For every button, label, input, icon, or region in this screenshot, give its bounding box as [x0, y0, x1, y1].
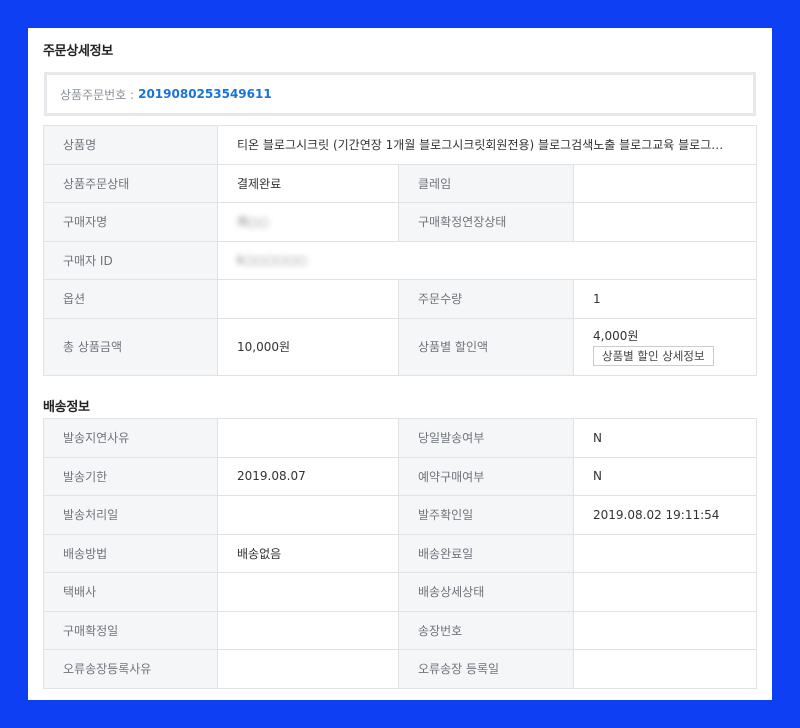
- table-row: 오류송장등록사유 오류송장 등록일: [43, 649, 757, 689]
- order-info-table: 상품명 티온 블로그시크릿 (기간연장 1개월 블로그시크릿회원전용) 블로그검…: [43, 125, 758, 376]
- product-name-value: 티온 블로그시크릿 (기간연장 1개월 블로그시크릿회원전용) 블로그검색노출 …: [216, 125, 758, 165]
- buyer-name-cell: 최○○: [217, 202, 399, 242]
- table-row: 발송처리일 발주확인일 2019.08.02 19:11:54: [43, 495, 757, 535]
- total-price-value: 10,000원: [217, 317, 399, 376]
- delivery-completed-value: [573, 533, 757, 573]
- order-number-label: 상품주문번호 :: [60, 87, 135, 102]
- buyer-name-value: 최○○: [237, 215, 269, 230]
- claim-value: [572, 163, 758, 203]
- error-invoice-date-value: [573, 649, 757, 689]
- ship-processed-label: 발송처리일: [43, 495, 218, 535]
- table-row: 구매자 ID k○○○○○○: [43, 240, 758, 280]
- order-detail-title: 주문상세정보: [43, 44, 113, 59]
- ship-method-value: 배송없음: [217, 533, 399, 573]
- error-invoice-reason-label: 오류송장등록사유: [43, 649, 218, 689]
- discount-detail-button[interactable]: 상품별 할인 상세정보: [593, 345, 714, 366]
- table-row: 배송방법 배송없음 배송완료일: [43, 533, 757, 573]
- reservation-label: 예약구매여부: [398, 456, 574, 496]
- option-value: [217, 279, 399, 319]
- order-status-label: 상품주문상태: [43, 163, 218, 203]
- order-detail-panel: 주문상세정보 상품주문번호 : 2019080253549611 상품명 티온 …: [28, 28, 772, 700]
- tracking-number-value: [573, 610, 757, 650]
- buyer-id-label: 구매자 ID: [43, 240, 218, 280]
- option-label: 옵션: [43, 279, 218, 319]
- confirm-extension-value: [572, 202, 758, 242]
- quantity-value: 1: [572, 279, 758, 319]
- shipping-info-table: 발송지연사유 당일발송여부 N 발송기한 2019.08.07 예약구매여부 N…: [43, 418, 757, 689]
- table-row: 옵션 주문수량 1: [43, 279, 758, 319]
- claim-label: 클레임: [398, 163, 574, 203]
- delivery-completed-label: 배송완료일: [398, 533, 574, 573]
- same-day-label: 당일발송여부: [398, 418, 574, 458]
- table-row: 택배사 배송상세상태: [43, 572, 757, 612]
- table-row: 상품명 티온 블로그시크릿 (기간연장 1개월 블로그시크릿회원전용) 블로그검…: [43, 125, 758, 165]
- table-row: 구매확정일 송장번호: [43, 610, 757, 650]
- buyer-id-cell: k○○○○○○: [216, 240, 758, 280]
- buyer-name-label: 구매자명: [43, 202, 218, 242]
- purchase-confirmed-label: 구매확정일: [43, 610, 218, 650]
- ship-deadline-label: 발송기한: [43, 456, 218, 496]
- table-row: 상품주문상태 결제완료 클레임: [43, 163, 758, 203]
- total-price-label: 총 상품금액: [43, 317, 218, 376]
- courier-value: [217, 572, 399, 612]
- table-row: 발송기한 2019.08.07 예약구매여부 N: [43, 456, 757, 496]
- ship-deadline-value: 2019.08.07: [217, 456, 399, 496]
- error-invoice-date-label: 오류송장 등록일: [398, 649, 574, 689]
- discount-label: 상품별 할인액: [398, 317, 574, 376]
- quantity-label: 주문수량: [398, 279, 574, 319]
- tracking-number-label: 송장번호: [398, 610, 574, 650]
- table-row: 총 상품금액 10,000원 상품별 할인액 4,000원 상품별 할인 상세정…: [43, 317, 758, 376]
- confirm-extension-label: 구매확정연장상태: [398, 202, 574, 242]
- table-row: 발송지연사유 당일발송여부 N: [43, 418, 757, 458]
- ship-processed-value: [217, 495, 399, 535]
- shipping-title: 배송정보: [43, 400, 90, 415]
- reservation-value: N: [573, 456, 757, 496]
- order-status-value: 결제완료: [217, 163, 399, 203]
- buyer-id-value: k○○○○○○: [237, 253, 307, 268]
- discount-cell: 4,000원 상품별 할인 상세정보: [572, 317, 758, 376]
- purchase-confirmed-value: [217, 610, 399, 650]
- order-number-value: 2019080253549611: [138, 87, 272, 101]
- order-confirmed-value: 2019.08.02 19:11:54: [573, 495, 757, 535]
- delay-reason-label: 발송지연사유: [43, 418, 218, 458]
- order-confirmed-label: 발주확인일: [398, 495, 574, 535]
- discount-value: 4,000원: [593, 328, 639, 343]
- ship-method-label: 배송방법: [43, 533, 218, 573]
- delivery-detail-status-value: [573, 572, 757, 612]
- delay-reason-value: [217, 418, 399, 458]
- error-invoice-reason-value: [217, 649, 399, 689]
- product-name-label: 상품명: [43, 125, 218, 165]
- same-day-value: N: [573, 418, 757, 458]
- order-number-box: 상품주문번호 : 2019080253549611: [44, 72, 756, 116]
- courier-label: 택배사: [43, 572, 218, 612]
- table-row: 구매자명 최○○ 구매확정연장상태: [43, 202, 758, 242]
- delivery-detail-status-label: 배송상세상태: [398, 572, 574, 612]
